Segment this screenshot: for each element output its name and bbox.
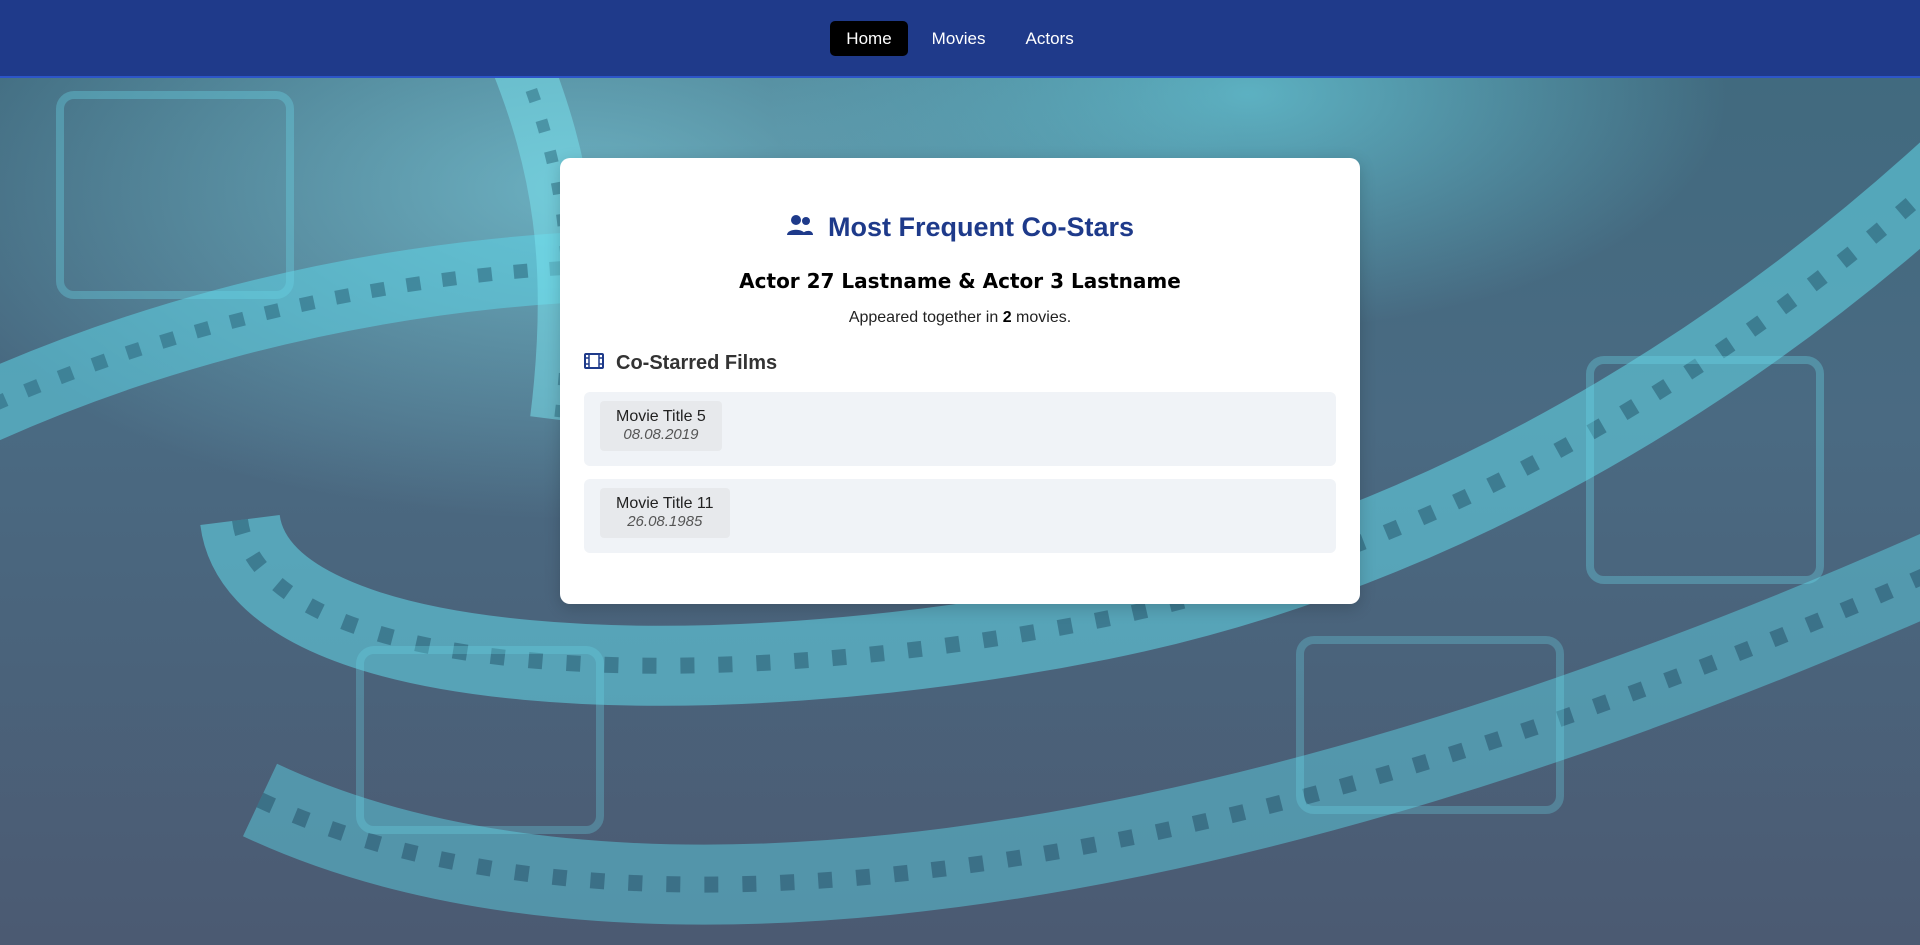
nav-home-link[interactable]: Home <box>830 20 908 56</box>
co-stars-card: Most Frequent Co-Stars Actor 27 Lastname… <box>560 158 1360 604</box>
together-suffix: movies. <box>1011 309 1072 326</box>
page-title: Most Frequent Co-Stars <box>827 212 1135 242</box>
nav-movies-link[interactable]: Movies <box>916 21 1002 56</box>
list-item: Movie Title 11 26.08.1985 <box>584 479 1336 553</box>
section-title: Co-Starred Films <box>616 352 778 374</box>
users-icon <box>786 214 814 241</box>
together-summary: Appeared together in 2 movies. <box>584 309 1336 327</box>
list-item: Movie Title 5 08.08.2019 <box>584 392 1336 466</box>
film-date: 08.08.2019 <box>623 426 699 443</box>
film-list: Movie Title 5 08.08.2019 Movie Title 11 … <box>584 392 1336 553</box>
film-link[interactable]: Movie Title 11 26.08.1985 <box>600 488 730 538</box>
top-navbar: Home Movies Actors <box>0 0 1920 78</box>
together-prefix: Appeared together in <box>848 309 1003 326</box>
film-title: Movie Title 11 <box>616 495 714 512</box>
together-count: 2 <box>1002 309 1012 326</box>
actor-pair: Actor 27 Lastname & Actor 3 Lastname <box>739 269 1181 293</box>
card-header: Most Frequent Co-Stars <box>584 212 1336 243</box>
film-icon <box>584 353 604 374</box>
nav-actors-link[interactable]: Actors <box>1010 21 1090 56</box>
film-link[interactable]: Movie Title 5 08.08.2019 <box>600 401 722 451</box>
film-date: 26.08.1985 <box>627 513 703 530</box>
film-title: Movie Title 5 <box>616 408 706 425</box>
co-starred-films-header: Co-Starred Films <box>584 352 1336 375</box>
